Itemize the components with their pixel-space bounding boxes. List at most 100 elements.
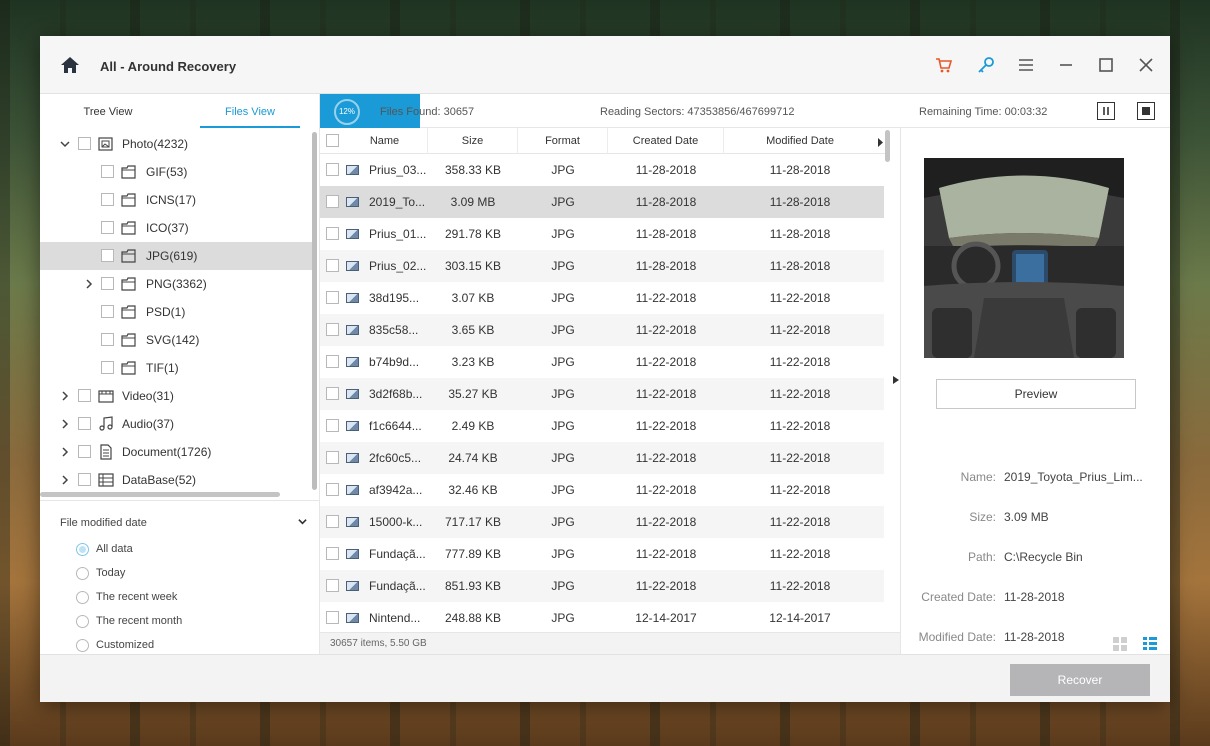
row-checkbox[interactable]	[326, 195, 339, 208]
row-checkbox[interactable]	[326, 547, 339, 560]
checkbox[interactable]	[101, 221, 114, 234]
checkbox[interactable]	[101, 193, 114, 206]
radio-recent-month[interactable]: The recent month	[76, 613, 182, 629]
row-checkbox[interactable]	[326, 419, 339, 432]
table-row[interactable]: Fundaçã... 851.93 KB JPG 11-22-2018 11-22-20…	[320, 570, 884, 602]
column-size[interactable]: Size	[428, 128, 518, 154]
column-created-date[interactable]: Created Date	[608, 128, 724, 154]
radio-customized[interactable]: Customized	[76, 637, 154, 653]
collapse-details-icon[interactable]	[893, 376, 899, 386]
tree-item-psd[interactable]: PSD(1)	[40, 298, 312, 326]
grid-view-icon[interactable]	[1113, 637, 1127, 651]
checkbox[interactable]	[78, 473, 91, 486]
key-icon[interactable]	[976, 55, 996, 75]
radio-button[interactable]	[76, 638, 89, 652]
chevron-down-icon[interactable]	[60, 139, 70, 149]
row-checkbox[interactable]	[326, 451, 339, 464]
checkbox[interactable]	[101, 165, 114, 178]
tree-item-svg[interactable]: SVG(142)	[40, 326, 312, 354]
tree-item-database[interactable]: DataBase(52)	[40, 466, 312, 494]
tab-tree-view[interactable]: Tree View	[40, 94, 176, 128]
row-checkbox[interactable]	[326, 291, 339, 304]
table-row[interactable]: 2019_To... 3.09 MB JPG 11-28-2018 11-28-2018	[320, 186, 884, 218]
chevron-right-icon[interactable]	[60, 447, 70, 457]
maximize-icon[interactable]	[1096, 55, 1116, 75]
radio-button[interactable]	[76, 590, 89, 604]
checkbox[interactable]	[101, 333, 114, 346]
table-row[interactable]: 835c58... 3.65 KB JPG 11-22-2018 11-22-2018	[320, 314, 884, 346]
tree-item-jpg[interactable]: JPG(619)	[40, 242, 312, 270]
tree-item-audio[interactable]: Audio(37)	[40, 410, 312, 438]
table-row[interactable]: f1c6644... 2.49 KB JPG 11-22-2018 11-22-2018	[320, 410, 884, 442]
table-row[interactable]: 2fc60c5... 24.74 KB JPG 11-22-2018 11-22-201…	[320, 442, 884, 474]
cart-icon[interactable]	[934, 55, 954, 75]
radio-button[interactable]	[76, 614, 89, 628]
pause-button[interactable]	[1097, 102, 1115, 120]
row-checkbox[interactable]	[326, 355, 339, 368]
chevron-right-icon[interactable]	[60, 419, 70, 429]
radio-today[interactable]: Today	[76, 565, 125, 581]
table-row[interactable]: 15000-k... 717.17 KB JPG 11-22-2018 11-22-20…	[320, 506, 884, 538]
checkbox[interactable]	[78, 137, 91, 150]
checkbox[interactable]	[101, 361, 114, 374]
column-format[interactable]: Format	[518, 128, 608, 154]
row-checkbox[interactable]	[326, 483, 339, 496]
tree-item-png[interactable]: PNG(3362)	[40, 270, 312, 298]
stop-button[interactable]	[1137, 102, 1155, 120]
checkbox[interactable]	[101, 277, 114, 290]
table-row[interactable]: Fundaçã... 777.89 KB JPG 11-22-2018 11-22-20…	[320, 538, 884, 570]
row-checkbox[interactable]	[326, 323, 339, 336]
row-checkbox[interactable]	[326, 163, 339, 176]
tree-item-ico[interactable]: ICO(37)	[40, 214, 312, 242]
table-row[interactable]: Prius_03... 358.33 KB JPG 11-28-2018 11-28-2…	[320, 154, 884, 186]
tree-item-document[interactable]: Document(1726)	[40, 438, 312, 466]
chevron-right-icon[interactable]	[60, 475, 70, 485]
table-row[interactable]: Nintend... 248.88 KB JPG 12-14-2017 12-14-20…	[320, 602, 884, 632]
tree-item-video[interactable]: Video(31)	[40, 382, 312, 410]
chevron-down-icon[interactable]	[298, 517, 307, 528]
row-checkbox[interactable]	[326, 387, 339, 400]
chevron-right-icon[interactable]	[84, 279, 94, 289]
row-checkbox[interactable]	[326, 227, 339, 240]
table-row[interactable]: Prius_02... 303.15 KB JPG 11-28-2018 11-28-2…	[320, 250, 884, 282]
table-vertical-scrollbar[interactable]	[885, 130, 890, 162]
preview-button[interactable]: Preview	[936, 379, 1136, 409]
column-name[interactable]: Name	[342, 128, 428, 154]
list-view-icon[interactable]	[1143, 637, 1157, 651]
details-panel: Preview Name: 2019_Toyota_Prius_Lim... S…	[900, 128, 1170, 654]
checkbox[interactable]	[101, 249, 114, 262]
menu-icon[interactable]	[1016, 55, 1036, 75]
table-row[interactable]: af3942a... 32.46 KB JPG 11-22-2018 11-22-201…	[320, 474, 884, 506]
minimize-icon[interactable]	[1056, 55, 1076, 75]
tree-vertical-scrollbar[interactable]	[312, 132, 317, 490]
table-row[interactable]: b74b9d... 3.23 KB JPG 11-22-2018 11-22-2018	[320, 346, 884, 378]
tree-item-gif[interactable]: GIF(53)	[40, 158, 312, 186]
radio-all-data[interactable]: All data	[76, 541, 133, 557]
tree-item-photo[interactable]: Photo(4232)	[40, 130, 312, 158]
row-checkbox[interactable]	[326, 611, 339, 624]
recover-button[interactable]: Recover	[1010, 664, 1150, 696]
checkbox[interactable]	[78, 389, 91, 402]
row-checkbox[interactable]	[326, 579, 339, 592]
close-icon[interactable]	[1136, 55, 1156, 75]
tree-horizontal-scrollbar[interactable]	[40, 492, 280, 497]
radio-recent-week[interactable]: The recent week	[76, 589, 177, 605]
checkbox[interactable]	[78, 417, 91, 430]
column-modified-date[interactable]: Modified Date	[724, 128, 876, 154]
row-checkbox[interactable]	[326, 515, 339, 528]
scroll-right-icon[interactable]	[877, 136, 884, 150]
row-checkbox[interactable]	[326, 259, 339, 272]
radio-button[interactable]	[76, 542, 89, 556]
chevron-right-icon[interactable]	[60, 391, 70, 401]
table-row[interactable]: Prius_01... 291.78 KB JPG 11-28-2018 11-28-2…	[320, 218, 884, 250]
tree-item-tif[interactable]: TIF(1)	[40, 354, 312, 382]
table-row[interactable]: 38d195... 3.07 KB JPG 11-22-2018 11-22-2018	[320, 282, 884, 314]
checkbox[interactable]	[78, 445, 91, 458]
checkbox[interactable]	[101, 305, 114, 318]
tree-item-icns[interactable]: ICNS(17)	[40, 186, 312, 214]
home-icon[interactable]	[60, 55, 80, 75]
table-row[interactable]: 3d2f68b... 35.27 KB JPG 11-22-2018 11-22-201…	[320, 378, 884, 410]
tab-files-view[interactable]: Files View	[200, 94, 300, 128]
radio-button[interactable]	[76, 566, 89, 580]
select-all-checkbox[interactable]	[326, 134, 339, 147]
